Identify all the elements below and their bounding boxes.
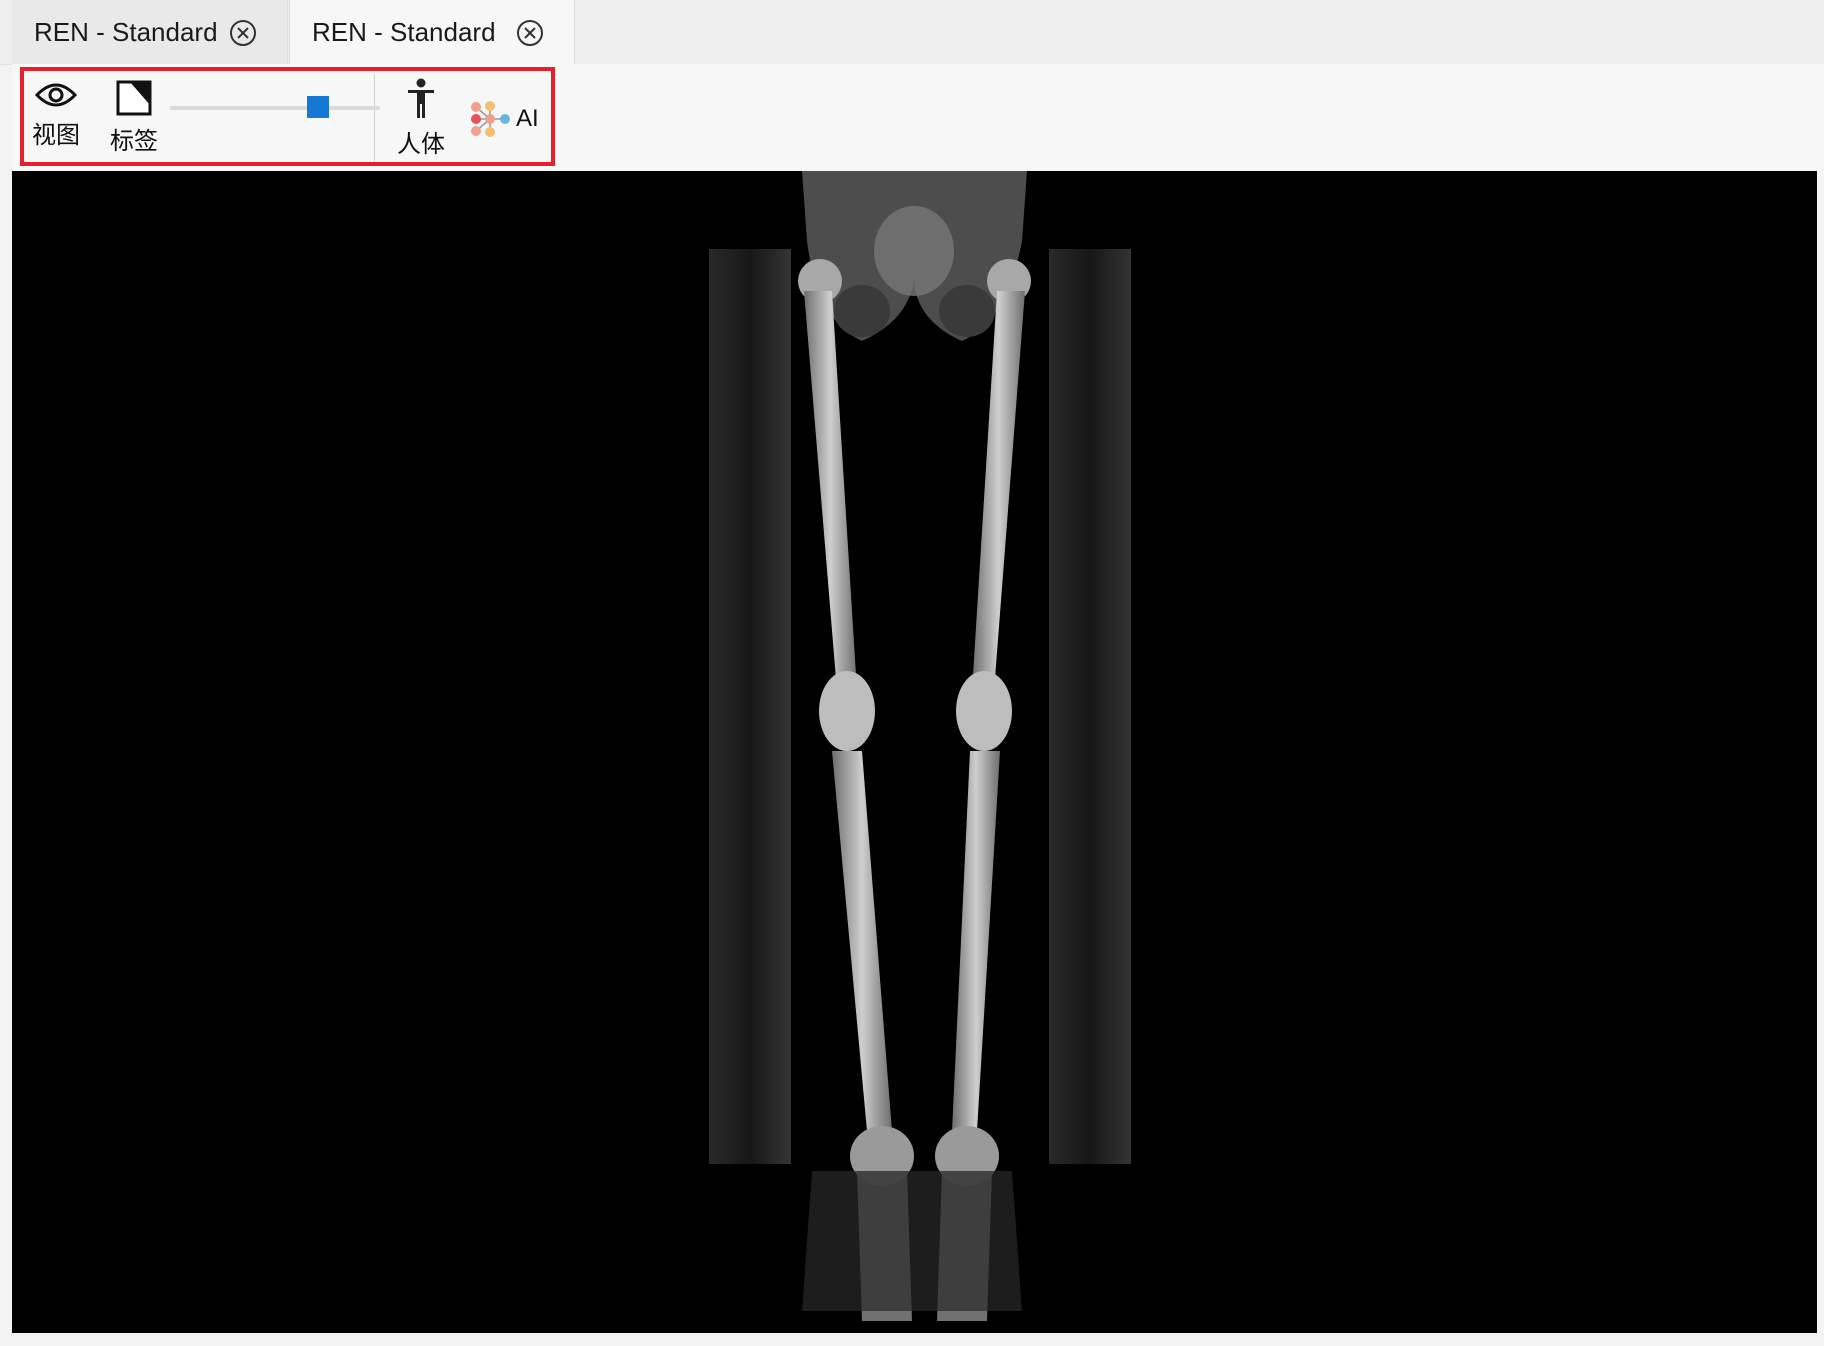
- label-button[interactable]: 标签: [108, 79, 160, 156]
- body-label: 人体: [397, 131, 445, 158]
- opacity-slider[interactable]: [170, 94, 382, 122]
- close-circle-icon[interactable]: [516, 19, 544, 47]
- tab-bar: REN - Standard REN - Standard: [0, 0, 1824, 65]
- view-label: 视图: [32, 122, 80, 149]
- slider-thumb[interactable]: [307, 96, 329, 118]
- ai-network-icon: [471, 101, 510, 137]
- body-button[interactable]: 人体: [395, 78, 447, 159]
- tab-ren-standard-2[interactable]: REN - Standard: [289, 0, 575, 64]
- slider-track: [170, 106, 380, 110]
- label-tag-icon: [116, 80, 152, 116]
- view-button[interactable]: 视图: [30, 79, 82, 150]
- human-body-icon: [408, 78, 434, 118]
- tab-title: REN - Standard: [34, 16, 218, 47]
- close-circle-icon[interactable]: [229, 19, 257, 47]
- toolbar: 视图 标签 人体 AI: [12, 64, 1824, 170]
- 3d-render-viewport[interactable]: [12, 171, 1817, 1333]
- bottom-strip: [0, 1333, 1824, 1346]
- ai-button[interactable]: AI: [468, 94, 539, 144]
- toolbar-separator: [374, 74, 375, 162]
- label-label: 标签: [110, 128, 158, 155]
- tab-title: REN - Standard: [312, 16, 496, 47]
- ai-label: AI: [516, 105, 539, 132]
- eye-icon: [35, 83, 77, 107]
- tab-ren-standard-1[interactable]: REN - Standard: [12, 0, 288, 64]
- skeleton-render-image: [709, 171, 1131, 1321]
